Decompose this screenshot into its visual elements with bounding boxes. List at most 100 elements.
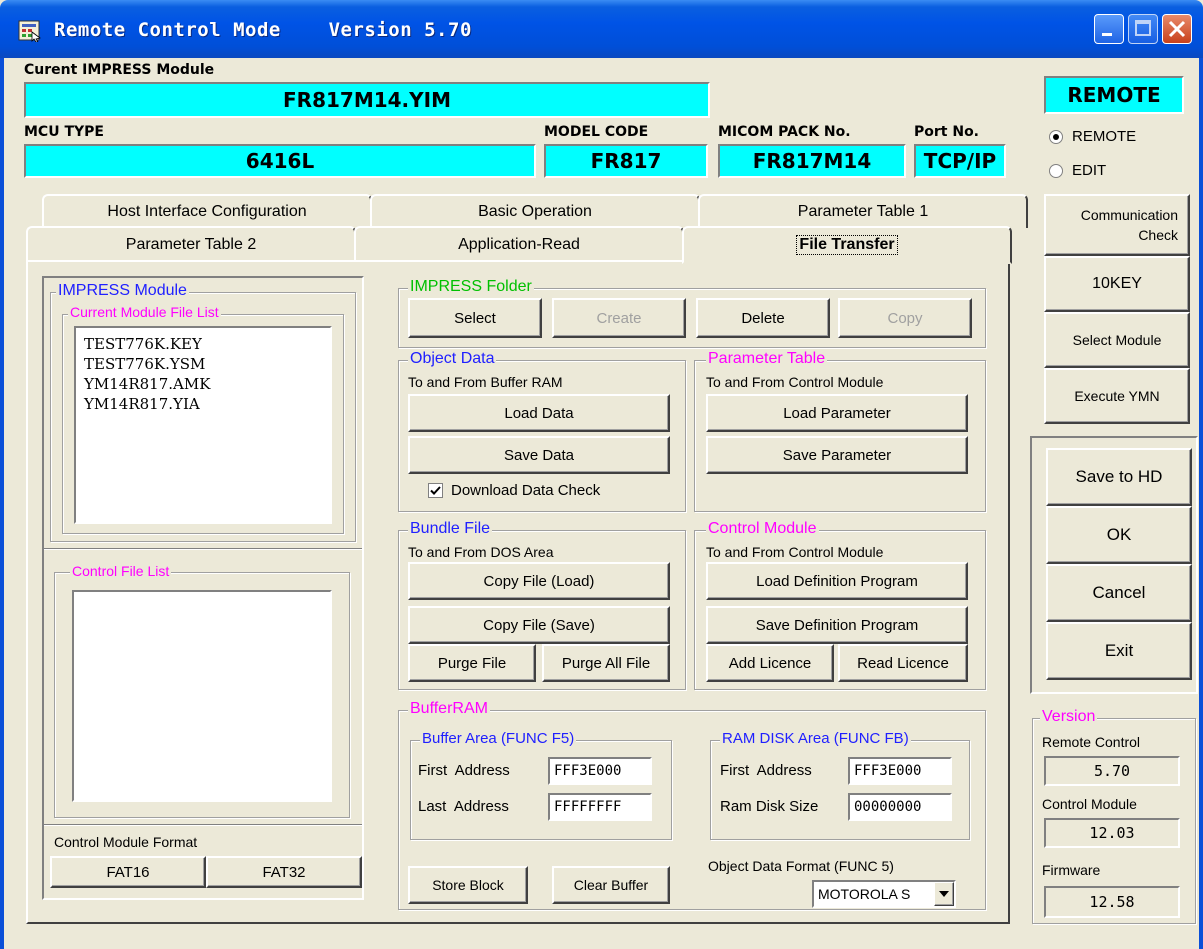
remote-control-version: 5.70 [1044,756,1180,786]
download-data-check-label: Download Data Check [451,482,601,499]
tab-basic-operation[interactable]: Basic Operation [370,194,700,228]
chevron-down-icon [939,891,949,897]
save-parameter-button[interactable]: Save Parameter [706,436,968,474]
save-definition-button[interactable]: Save Definition Program [706,606,968,644]
mode-edit-radio[interactable]: EDIT [1048,162,1106,179]
impress-folder-title: IMPRESS Folder [408,278,534,296]
dropdown-button[interactable] [934,882,954,906]
impress-module-title: IMPRESS Module [56,282,189,300]
parameter-table-title: Parameter Table [706,350,828,368]
ok-button[interactable]: OK [1046,506,1192,564]
clear-buffer-button[interactable]: Clear Buffer [552,866,670,904]
control-module-subtitle: To and From Control Module [706,544,884,560]
select-module-button[interactable]: Select Module [1044,312,1190,368]
communication-check-button[interactable]: Communication Check [1044,194,1190,256]
model-code-value: FR817 [544,144,708,178]
copy-file-load-button[interactable]: Copy File (Load) [408,562,670,600]
exit-button[interactable]: Exit [1046,622,1192,680]
close-icon [1168,20,1186,38]
current-file-list[interactable]: TEST776K.KEY TEST776K.YSM YM14R817.AMK Y… [74,326,332,524]
control-format-label: Control Module Format [54,834,198,850]
ram-disk-size-input[interactable]: 00000000 [848,793,952,821]
purge-all-file-button[interactable]: Purge All File [542,644,670,682]
purge-file-button[interactable]: Purge File [408,644,536,682]
fat16-button[interactable]: FAT16 [50,856,206,888]
radio-selected-icon [1049,129,1063,144]
tab-parameter-table-1[interactable]: Parameter Table 1 [698,194,1028,228]
minimize-button[interactable] [1094,14,1124,44]
maximize-icon [1135,20,1151,36]
tab-host-interface[interactable]: Host Interface Configuration [42,194,372,228]
fat32-button[interactable]: FAT32 [206,856,362,888]
bundle-file-subtitle: To and From DOS Area [408,544,554,560]
load-definition-button[interactable]: Load Definition Program [706,562,968,600]
current-file-list-title: Current Module File List [68,304,221,320]
ram-first-address-label: First Address [720,762,812,779]
load-parameter-button[interactable]: Load Parameter [706,394,968,432]
checkbox-checked-icon [428,483,443,498]
control-module-title: Control Module [706,520,819,538]
minimize-icon [1102,33,1112,36]
mode-remote-label: REMOTE [1072,128,1137,145]
save-to-hd-button[interactable]: Save to HD [1046,448,1192,506]
module-label: Curent IMPRESS Module [24,62,215,78]
execute-ymn-button[interactable]: Execute YMN [1044,368,1190,424]
close-button[interactable] [1162,14,1192,44]
object-data-subtitle: To and From Buffer RAM [408,374,563,390]
object-data-title: Object Data [408,350,497,368]
object-data-format-select[interactable]: MOTOROLA S [812,880,956,908]
window-frame-left [0,58,4,949]
window-frame-right [1199,58,1203,949]
mode-remote-radio[interactable]: REMOTE [1048,128,1136,145]
folder-select-button[interactable]: Select [408,298,542,338]
buffer-area-title: Buffer Area (FUNC F5) [420,730,577,747]
tab-file-transfer[interactable]: File Transfer [682,226,1012,264]
first-address-input[interactable]: FFF3E000 [548,757,652,785]
list-item[interactable]: TEST776K.KEY [84,334,322,354]
maximize-button[interactable] [1128,14,1158,44]
list-item[interactable]: TEST776K.YSM [84,354,322,374]
ram-disk-size-label: Ram Disk Size [720,798,819,815]
download-data-check[interactable]: Download Data Check [428,482,600,499]
mcu-label: MCU TYPE [24,124,104,140]
ram-first-address-input[interactable]: FFF3E000 [848,757,952,785]
parameter-table-subtitle: To and From Control Module [706,374,884,390]
tenkey-button[interactable]: 10KEY [1044,256,1190,312]
last-address-input[interactable]: FFFFFFFF [548,793,652,821]
radio-unselected-icon [1049,163,1063,178]
version-title: Version [1040,708,1098,726]
list-item[interactable]: YM14R817.YIA [84,394,322,414]
module-value: FR817M14.YIM [24,82,710,118]
object-data-format-label: Object Data Format (FUNC 5) [708,858,894,874]
load-data-button[interactable]: Load Data [408,394,670,432]
folder-create-button[interactable]: Create [552,298,686,338]
micom-label: MICOM PACK No. [718,124,851,140]
app-icon [18,20,41,42]
save-data-button[interactable]: Save Data [408,436,670,474]
last-address-label: Last Address [418,798,509,815]
list-item[interactable]: YM14R817.AMK [84,374,322,394]
cancel-button[interactable]: Cancel [1046,564,1192,622]
bundle-file-title: Bundle File [408,520,493,538]
control-module-version-label: Control Module [1042,796,1137,812]
folder-copy-button[interactable]: Copy [838,298,972,338]
read-licence-button[interactable]: Read Licence [838,644,968,682]
firmware-label: Firmware [1042,862,1101,878]
copy-file-save-button[interactable]: Copy File (Save) [408,606,670,644]
model-code-label: MODEL CODE [544,124,649,140]
first-address-label: First Address [418,762,510,779]
ram-disk-title: RAM DISK Area (FUNC FB) [720,730,911,747]
tab-parameter-table-2[interactable]: Parameter Table 2 [26,226,356,262]
mcu-value: 6416L [24,144,536,178]
status-badge: REMOTE [1044,76,1184,114]
folder-delete-button[interactable]: Delete [696,298,830,338]
control-module-version: 12.03 [1044,818,1180,848]
buffer-area-group [410,740,672,840]
store-block-button[interactable]: Store Block [408,866,528,904]
control-file-list[interactable] [72,590,332,802]
tab-application-read[interactable]: Application-Read [354,226,684,262]
add-licence-button[interactable]: Add Licence [706,644,834,682]
app-title: Remote Control Mode [54,19,281,41]
control-file-list-title: Control File List [70,563,172,579]
micom-value: FR817M14 [718,144,906,178]
